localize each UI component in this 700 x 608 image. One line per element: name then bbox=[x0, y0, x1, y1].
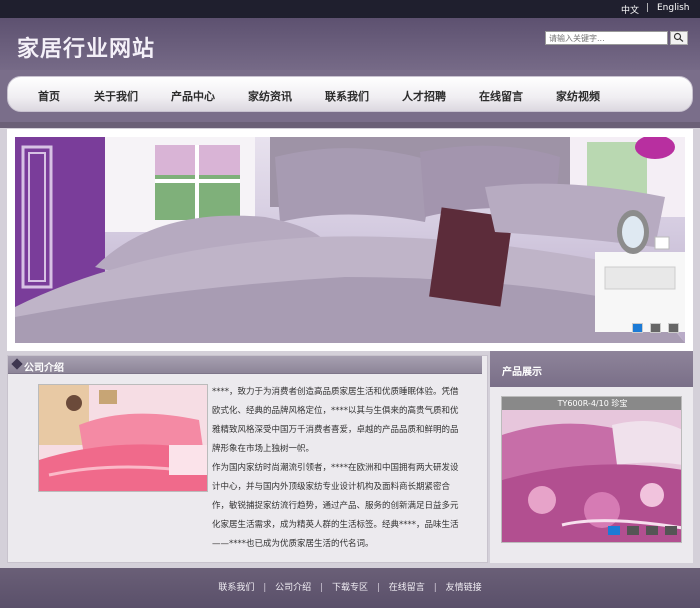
footer-link-downloads[interactable]: 下载专区 bbox=[332, 583, 368, 593]
about-panel-header: 公司介绍 bbox=[8, 356, 482, 374]
about-description: ****，致力于为消费者创造高品质家居生活和优质睡眠体验。凭借欧式化、经典的品牌… bbox=[212, 383, 464, 554]
nav-item-home[interactable]: 首页 bbox=[38, 88, 60, 104]
banner-slide-dot[interactable] bbox=[668, 323, 679, 333]
search-input[interactable] bbox=[545, 31, 668, 45]
product-slide-dot[interactable] bbox=[665, 526, 677, 535]
pink-bedroom-illustration bbox=[39, 385, 207, 491]
product-slide-dot[interactable] bbox=[645, 526, 658, 535]
language-separator: | bbox=[646, 3, 650, 13]
footer: 联系我们 | 公司介绍 | 下载专区 | 在线留言 | 友情链接 bbox=[0, 568, 700, 608]
footer-separator: | bbox=[320, 583, 324, 593]
nav-item-contact[interactable]: 联系我们 bbox=[325, 88, 369, 104]
about-bedroom-image bbox=[38, 384, 208, 492]
footer-link-contact[interactable]: 联系我们 bbox=[218, 583, 254, 593]
product-slide-dot[interactable] bbox=[626, 526, 639, 535]
site-title[interactable]: 家居行业网站 bbox=[17, 31, 155, 63]
footer-links: 联系我们 | 公司介绍 | 下载专区 | 在线留言 | 友情链接 bbox=[0, 580, 700, 593]
top-bar: 中文 | English bbox=[0, 0, 700, 18]
footer-link-message[interactable]: 在线留言 bbox=[389, 583, 425, 593]
nav-item-jobs[interactable]: 人才招聘 bbox=[402, 88, 446, 104]
footer-separator: | bbox=[263, 583, 267, 593]
banner bbox=[7, 129, 693, 351]
footer-link-about[interactable]: 公司介绍 bbox=[275, 583, 311, 593]
header: 家居行业网站 bbox=[0, 18, 700, 70]
nav-bar-background: 首页 关于我们 产品中心 家纺资讯 联系我们 人才招聘 在线留言 家纺视频 bbox=[0, 70, 700, 122]
product-slide-dot[interactable] bbox=[607, 526, 620, 535]
nav-item-message[interactable]: 在线留言 bbox=[479, 88, 523, 104]
banner-slide-dot[interactable] bbox=[649, 323, 661, 333]
about-panel: 公司介绍 ****，致力于为消费者创造高品质家居生活和优质睡眠体验。凭借欧式化、… bbox=[7, 355, 488, 563]
search-button[interactable] bbox=[670, 31, 688, 45]
banner-slide-dot[interactable] bbox=[631, 323, 643, 333]
nav-item-about[interactable]: 关于我们 bbox=[94, 88, 138, 104]
banner-slide-indicators bbox=[630, 318, 679, 337]
banner-image[interactable] bbox=[15, 137, 685, 343]
language-english-link[interactable]: English bbox=[657, 3, 690, 13]
footer-link-friends[interactable]: 友情链接 bbox=[446, 583, 482, 593]
diamond-bullet-icon bbox=[11, 358, 23, 370]
nav-item-video[interactable]: 家纺视频 bbox=[556, 88, 600, 104]
about-panel-title: 公司介绍 bbox=[24, 363, 64, 374]
about-paragraph-2: 作为国内家纺时尚潮流引领者，****在欧洲和中国拥有两大研发设计中心，并与国内外… bbox=[212, 463, 459, 549]
footer-separator: | bbox=[433, 583, 437, 593]
products-panel-title: 产品展示 bbox=[502, 367, 542, 378]
footer-separator: | bbox=[376, 583, 380, 593]
nav-item-products[interactable]: 产品中心 bbox=[171, 88, 215, 104]
product-caption: TY600R-4/10 珍宝 bbox=[502, 397, 681, 410]
product-slideshow[interactable]: TY600R-4/10 珍宝 bbox=[501, 396, 682, 543]
about-paragraph-1: ****，致力于为消费者创造高品质家居生活和优质睡眠体验。凭借欧式化、经典的品牌… bbox=[212, 387, 459, 454]
main-nav: 首页 关于我们 产品中心 家纺资讯 联系我们 人才招聘 在线留言 家纺视频 bbox=[7, 76, 693, 112]
search-icon bbox=[673, 32, 684, 42]
product-slide-indicators bbox=[606, 520, 677, 539]
language-chinese-link[interactable]: 中文 bbox=[621, 3, 639, 16]
bedroom-illustration bbox=[15, 137, 685, 343]
nav-item-news[interactable]: 家纺资讯 bbox=[248, 88, 292, 104]
products-panel: 产品展示 TY600R-4/10 珍宝 bbox=[490, 351, 693, 563]
products-panel-header: 产品展示 bbox=[490, 351, 693, 387]
